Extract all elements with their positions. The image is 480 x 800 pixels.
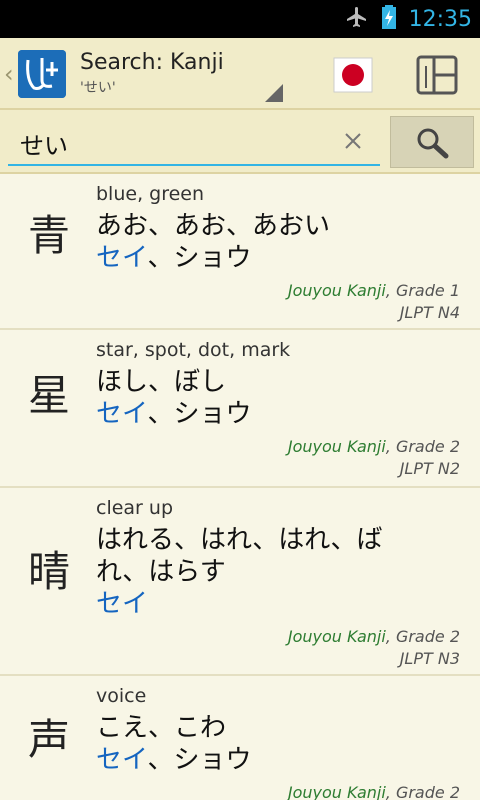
search-icon	[417, 128, 449, 159]
entry-body: clear up はれる、はれ、はれ、ば れ、はらす セイ	[96, 496, 460, 620]
kanji-class: Jouyou Kanji	[287, 437, 386, 456]
on-reading-rest: 、ショウ	[147, 745, 252, 775]
entry-meta: Jouyou Kanji, Grade 2 JLPT N2	[288, 436, 460, 480]
search-button[interactable]	[390, 116, 474, 168]
entry-kanji: 声	[28, 715, 71, 764]
search-input[interactable]: せい	[8, 120, 380, 166]
entry-meta: Jouyou Kanji, Grade 2 JLPT N3	[288, 626, 460, 670]
layout-toggle-icon[interactable]	[414, 52, 460, 98]
entry-meaning: voice	[96, 685, 147, 707]
list-item[interactable]: 晴 clear up はれる、はれ、はれ、ば れ、はらす セイ Jouyou K…	[0, 488, 480, 676]
entry-on-reading: セイ	[96, 588, 460, 620]
kanji-grade: , Grade 2	[385, 627, 460, 646]
up-navigation-icon[interactable]: ‹	[4, 60, 14, 88]
entry-body: star, spot, dot, mark ほし、ぼし セイ、ショウ	[96, 338, 460, 430]
list-item[interactable]: 星 star, spot, dot, mark ほし、ぼし セイ、ショウ Jou…	[0, 330, 480, 488]
entry-meaning: blue, green	[96, 183, 205, 205]
kanji-class: Jouyou Kanji	[287, 281, 386, 300]
airplane-mode-icon	[345, 5, 369, 33]
entry-kun-reading: ほし、ぼし	[96, 367, 227, 397]
entry-kun-reading: こえ、こわ	[96, 713, 227, 743]
page-subtitle: 'せい'	[80, 80, 116, 96]
action-bar: ‹ Search: Kanji 'せい'	[0, 38, 480, 110]
on-reading-highlight: セイ	[96, 745, 148, 775]
results-list: 青 blue, green あお、あお、あおい セイ、ショウ Jouyou Ka…	[0, 174, 480, 800]
kanji-grade: , Grade 2	[385, 437, 460, 456]
entry-meaning: star, spot, dot, mark	[96, 339, 291, 361]
on-reading-rest: 、ショウ	[147, 243, 252, 273]
entry-kun-reading: あお、あお、あおい	[96, 211, 331, 241]
jlpt-level: JLPT N2	[399, 459, 460, 478]
entry-meaning: clear up	[96, 497, 174, 519]
entry-on-reading: セイ、ショウ	[96, 242, 460, 274]
entry-meta: Jouyou Kanji, Grade 1 JLPT N4	[288, 280, 460, 324]
on-reading-rest: 、ショウ	[147, 399, 252, 429]
list-item[interactable]: 声 voice こえ、こわ セイ、ショウ Jouyou Kanji, Grade…	[0, 676, 480, 800]
entry-kun-reading-cont: れ、はらす	[96, 557, 226, 587]
title-block[interactable]: Search: Kanji 'せい'	[80, 50, 224, 97]
kanji-grade: , Grade 2	[385, 783, 460, 800]
kanji-grade: , Grade 1	[385, 281, 460, 300]
app-logo-icon[interactable]	[18, 50, 66, 98]
jlpt-level: JLPT N4	[399, 303, 460, 322]
entry-body: voice こえ、こわ セイ、ショウ	[96, 684, 460, 776]
japan-flag-icon[interactable]	[330, 52, 376, 98]
on-reading-highlight: セイ	[96, 243, 148, 273]
entry-meta: Jouyou Kanji, Grade 2	[288, 782, 460, 800]
on-reading-highlight: セイ	[96, 399, 148, 429]
clock: 12:35	[408, 6, 472, 32]
entry-body: blue, green あお、あお、あおい セイ、ショウ	[96, 182, 460, 274]
status-icons: 12:35	[345, 0, 472, 38]
entry-kun-reading: はれる、はれ、はれ、ば	[96, 525, 383, 555]
entry-on-reading: セイ、ショウ	[96, 744, 460, 776]
battery-charging-icon	[381, 4, 397, 34]
list-item[interactable]: 青 blue, green あお、あお、あおい セイ、ショウ Jouyou Ka…	[0, 174, 480, 330]
search-query-text[interactable]: せい	[20, 126, 68, 161]
entry-kanji: 星	[28, 371, 71, 420]
entry-on-reading: セイ、ショウ	[96, 398, 460, 430]
status-bar: 12:35	[0, 0, 480, 38]
jlpt-level: JLPT N3	[399, 649, 460, 668]
entry-kanji: 青	[28, 211, 71, 260]
kanji-class: Jouyou Kanji	[287, 627, 386, 646]
on-reading-highlight: セイ	[96, 589, 149, 619]
page-title: Search: Kanji	[80, 50, 224, 75]
dropdown-indicator-icon[interactable]	[265, 84, 283, 102]
kanji-class: Jouyou Kanji	[287, 783, 386, 800]
entry-kanji: 晴	[28, 547, 71, 596]
close-icon[interactable]	[342, 130, 364, 152]
search-row: せい	[0, 110, 480, 174]
